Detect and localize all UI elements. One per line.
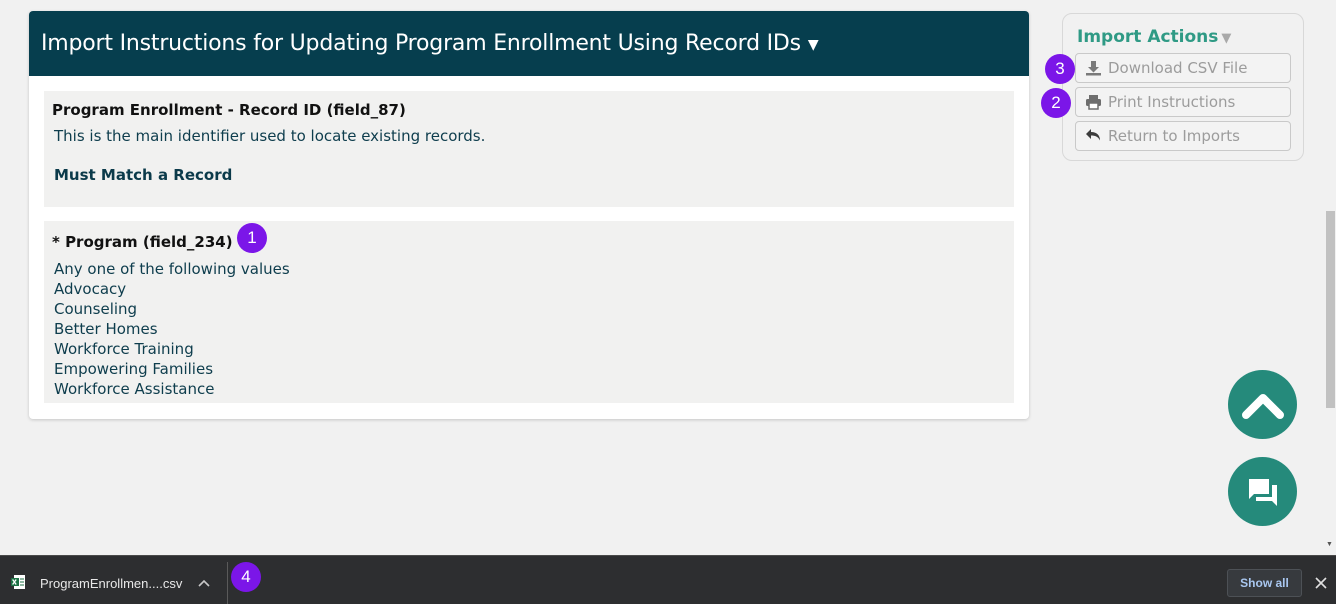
list-item: Empowering Families [54, 360, 214, 378]
instructions-header[interactable]: Import Instructions for Updating Program… [29, 11, 1029, 76]
annotation-badge: 3 [1045, 54, 1075, 84]
field-title: Program Enrollment - Record ID (field_87… [52, 101, 406, 119]
button-label: Print Instructions [1108, 93, 1236, 111]
list-item: Advocacy [54, 280, 127, 298]
annotation-badge: 2 [1041, 88, 1071, 118]
chat-icon [1248, 478, 1277, 506]
field-rule: Must Match a Record [54, 166, 233, 184]
field-title: * Program (field_234) [52, 233, 233, 251]
field-record-id: Program Enrollment - Record ID (field_87… [44, 91, 1014, 207]
download-csv-button[interactable]: Download CSV File [1075, 53, 1291, 83]
list-item: Better Homes [54, 320, 158, 338]
import-actions-panel: Import Actions ▼ Download CSV File Print … [1062, 13, 1304, 161]
list-item: Workforce Training [54, 340, 194, 358]
values-intro: Any one of the following values [54, 260, 290, 278]
caret-down-icon[interactable]: ▼ [808, 37, 819, 53]
download-file-name[interactable]: ProgramEnrollmen....csv [40, 576, 182, 591]
scrollbar-thumb[interactable] [1326, 211, 1335, 408]
instructions-card: Import Instructions for Updating Program… [29, 11, 1029, 419]
scroll-to-top-button[interactable] [1228, 370, 1297, 439]
page-title: Import Instructions for Updating Program… [41, 31, 801, 56]
excel-file-icon [11, 575, 25, 589]
chevron-up-icon [1241, 393, 1284, 419]
field-program: * Program (field_234) Any one of the fol… [44, 221, 1014, 403]
field-description: This is the main identifier used to loca… [54, 127, 486, 145]
caret-down-icon: ▼ [1221, 31, 1232, 46]
download-icon [1086, 61, 1101, 76]
list-item: Counseling [54, 300, 138, 318]
import-actions-title: Import Actions [1077, 27, 1219, 47]
close-icon[interactable] [1314, 576, 1328, 590]
printer-icon [1086, 95, 1101, 110]
program-values-list: Any one of the following values Advocacy… [54, 259, 290, 399]
print-instructions-button[interactable]: Print Instructions [1075, 87, 1291, 117]
annotation-badge: 4 [231, 562, 261, 592]
download-bar: ProgramEnrollmen....csv Show all [0, 555, 1336, 604]
show-all-button[interactable]: Show all [1227, 569, 1302, 597]
import-actions-toggle[interactable]: Import Actions ▼ [1077, 27, 1231, 47]
chevron-up-icon[interactable] [197, 576, 211, 590]
button-label: Download CSV File [1108, 59, 1248, 77]
chat-button[interactable] [1228, 457, 1297, 526]
return-to-imports-button[interactable]: Return to Imports [1075, 121, 1291, 151]
list-item: Workforce Assistance [54, 380, 215, 398]
annotation-badge: 1 [237, 223, 267, 253]
divider [227, 562, 228, 604]
scroll-down-arrow-icon[interactable]: ▼ [1326, 541, 1333, 548]
button-label: Return to Imports [1108, 127, 1240, 145]
undo-icon [1086, 129, 1100, 141]
